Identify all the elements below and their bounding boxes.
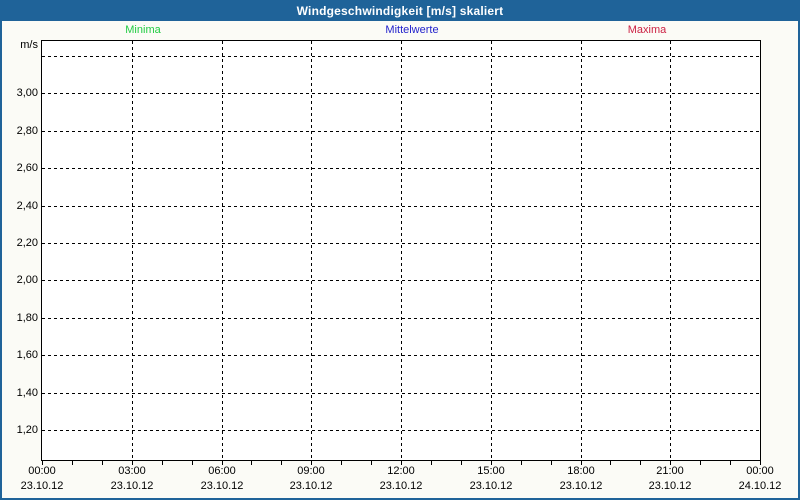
y-tick-label: 2,20 xyxy=(16,237,38,249)
x-tick-date-label: 23.10.12 xyxy=(469,480,513,492)
x-tick xyxy=(102,461,103,465)
x-tick-date-label: 23.10.12 xyxy=(110,480,154,492)
v-gridline xyxy=(132,41,133,460)
plot-area xyxy=(41,40,761,461)
x-tick xyxy=(162,461,163,465)
x-tick-date-label: 23.10.12 xyxy=(379,480,423,492)
x-tick xyxy=(551,461,552,465)
legend-item-mittelwerte: Mittelwerte xyxy=(385,24,439,36)
x-tick-time-label: 15:00 xyxy=(477,465,505,477)
x-tick xyxy=(281,461,282,465)
x-tick xyxy=(640,461,641,465)
x-tick xyxy=(192,461,193,465)
y-tick-label: 3,00 xyxy=(16,87,38,99)
x-tick-date-label: 24.10.12 xyxy=(738,480,782,492)
x-tick-time-label: 18:00 xyxy=(567,465,595,477)
x-tick xyxy=(341,461,342,465)
y-axis-unit-label: m/s xyxy=(20,39,38,51)
x-tick-time-label: 00:00 xyxy=(746,465,774,477)
x-tick-time-label: 03:00 xyxy=(118,465,146,477)
v-gridline xyxy=(491,41,492,460)
v-gridline xyxy=(581,41,582,460)
x-tick-date-label: 23.10.12 xyxy=(289,480,333,492)
y-tick-label: 2,00 xyxy=(16,274,38,286)
x-tick xyxy=(251,461,252,465)
x-tick-date-label: 23.10.12 xyxy=(20,480,64,492)
x-tick-time-label: 09:00 xyxy=(297,465,325,477)
x-tick xyxy=(371,461,372,465)
x-tick-date-label: 23.10.12 xyxy=(559,480,603,492)
y-tick-label: 1,40 xyxy=(16,387,38,399)
x-tick-date-label: 23.10.12 xyxy=(200,480,244,492)
v-gridline xyxy=(401,41,402,460)
legend-item-minima: Minima xyxy=(125,24,161,36)
x-tick xyxy=(700,461,701,465)
v-gridline xyxy=(670,41,671,460)
x-tick xyxy=(730,461,731,465)
x-tick xyxy=(72,461,73,465)
y-tick-label: 1,60 xyxy=(16,349,38,361)
x-tick xyxy=(431,461,432,465)
v-gridline xyxy=(311,41,312,460)
legend-item-maxima: Maxima xyxy=(627,24,667,36)
y-tick-label: 2,80 xyxy=(16,125,38,137)
x-tick-time-label: 21:00 xyxy=(656,465,684,477)
x-tick xyxy=(610,461,611,465)
window-title: Windgeschwindigkeit [m/s] skaliert xyxy=(2,2,798,21)
v-gridline xyxy=(222,41,223,460)
y-tick-label: 2,40 xyxy=(16,200,38,212)
x-tick-time-label: 12:00 xyxy=(387,465,415,477)
y-tick-label: 2,60 xyxy=(16,162,38,174)
y-tick-label: 1,80 xyxy=(16,312,38,324)
x-tick-date-label: 23.10.12 xyxy=(648,480,692,492)
x-tick xyxy=(461,461,462,465)
y-tick-label: 1,20 xyxy=(16,424,38,436)
x-tick xyxy=(521,461,522,465)
chart-window: Windgeschwindigkeit [m/s] skaliert Minim… xyxy=(0,0,800,500)
x-tick-time-label: 06:00 xyxy=(208,465,236,477)
x-tick-time-label: 00:00 xyxy=(28,465,56,477)
